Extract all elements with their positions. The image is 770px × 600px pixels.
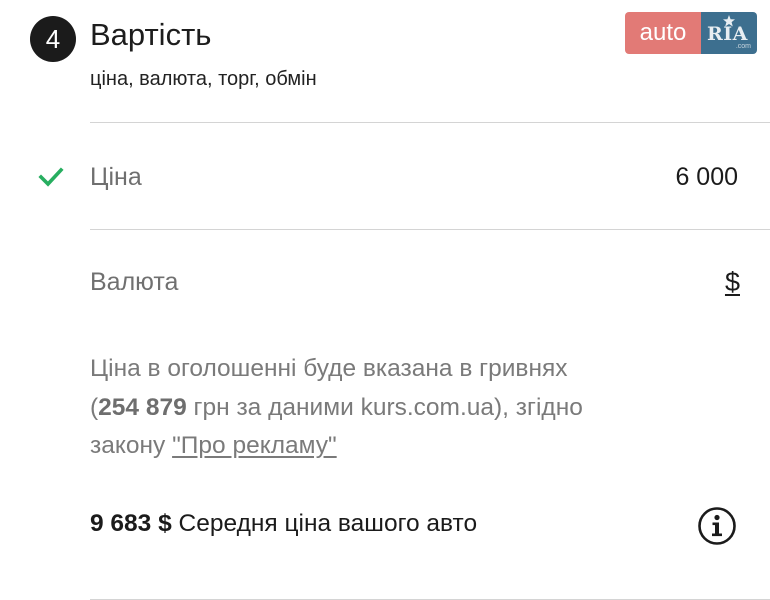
logo-ria-domain: .com (735, 43, 751, 50)
currency-select[interactable]: $ (725, 266, 740, 298)
price-notice: Ціна в оголошенні буде вказана в гривнях… (90, 350, 690, 466)
section-title: Вартість (90, 17, 212, 52)
average-price-text: Середня ціна вашого авто (171, 510, 478, 537)
average-price-amount: 9 683 $ (90, 510, 172, 537)
logo-auto-text: auto (639, 19, 687, 46)
autoria-logo: auto RIA .com (625, 12, 757, 54)
info-icon[interactable] (697, 506, 737, 546)
average-price: 9 683 $ Середня ціна вашого авто (90, 508, 477, 540)
notice-line-1: Ціна в оголошенні буде вказана в гривнях (90, 355, 568, 382)
advertising-law-link[interactable]: "Про рекламу" (172, 432, 337, 459)
step-number: 4 (45, 23, 61, 54)
section-subtitle: ціна, валюта, торг, обмін (90, 68, 317, 90)
notice-open-paren: ( (90, 393, 99, 421)
logo-auto-part: auto (625, 12, 701, 54)
price-label: Ціна (90, 163, 142, 191)
divider (90, 122, 770, 123)
currency-label: Валюта (90, 268, 179, 296)
notice-uah-amount: 254 879 (98, 393, 187, 421)
price-value[interactable]: 6 000 (675, 161, 738, 193)
logo-ria-part: RIA .com (701, 12, 757, 54)
step-number-badge: 4 (30, 16, 76, 62)
notice-line-3-prefix: закону (90, 432, 173, 459)
logo-ria-text: RIA (707, 23, 748, 45)
notice-line-2: грн за даними kurs.com.ua), згідно (186, 393, 583, 421)
divider (90, 229, 770, 230)
check-icon (38, 167, 64, 187)
